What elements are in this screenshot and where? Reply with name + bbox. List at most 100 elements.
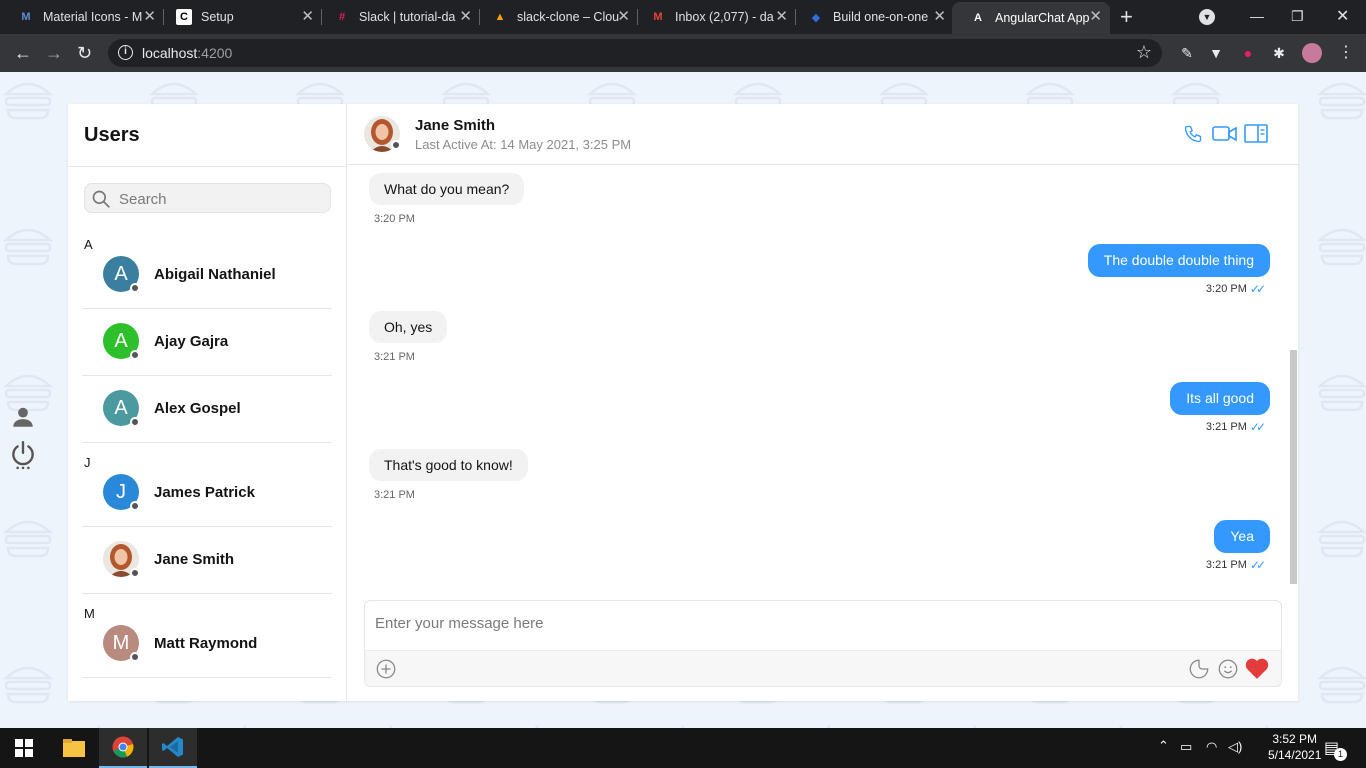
close-tab-icon[interactable]: ✕: [775, 9, 788, 25]
tab-angularchat[interactable]: A AngularChat App ✕: [952, 2, 1110, 34]
close-tab-icon[interactable]: ✕: [301, 9, 314, 25]
last-active-status: Last Active At: 14 May 2021, 3:25 PM: [415, 137, 632, 152]
taskbar-chrome[interactable]: [99, 728, 147, 768]
notification-count-badge: 1: [1334, 748, 1347, 761]
close-tab-icon[interactable]: ✕: [1089, 9, 1102, 25]
close-tab-icon[interactable]: ✕: [143, 9, 156, 25]
profile-avatar-icon[interactable]: [1302, 43, 1322, 63]
clock-date: 5/14/2021: [1268, 748, 1322, 762]
user-name: James Patrick: [154, 484, 255, 501]
status-dot: [130, 417, 140, 427]
firebase-favicon-icon: ▲: [494, 11, 506, 23]
show-hidden-icons-icon[interactable]: ⌃: [1158, 738, 1169, 754]
user-item-alex-gospel[interactable]: A Alex Gospel: [82, 376, 332, 443]
message-bubble-incoming[interactable]: That's good to know!: [369, 449, 528, 481]
tab-build[interactable]: ◆ Build one-on-one ✕: [790, 0, 954, 34]
url-field[interactable]: i localhost:4200 ☆: [108, 39, 1162, 67]
search-box[interactable]: [84, 183, 331, 213]
sidebar-title: Users: [84, 124, 140, 146]
logout-power-icon[interactable]: [10, 440, 36, 470]
cometchat-favicon-icon: C: [176, 9, 192, 25]
system-clock[interactable]: 3:52 PM 5/14/2021: [1268, 731, 1321, 763]
extension-vue-icon[interactable]: ▼: [1207, 44, 1225, 62]
chat-panel: Users A A Abigail Nathaniel A Ajay Gajra: [68, 104, 1298, 701]
tab-material-icons[interactable]: M Material Icons - M ✕: [0, 0, 164, 34]
attach-plus-icon[interactable]: [375, 658, 397, 680]
app-area: Users A A Abigail Nathaniel A Ajay Gajra: [0, 72, 1366, 728]
status-dot: [130, 652, 140, 662]
tab-gmail[interactable]: M Inbox (2,077) - da ✕: [632, 0, 796, 34]
back-icon[interactable]: ←: [14, 43, 32, 63]
message-bubble-outgoing[interactable]: Its all good: [1170, 382, 1270, 415]
read-receipt-icon: ✓✓: [1249, 420, 1266, 434]
read-receipt-icon: ✓✓: [1249, 282, 1266, 296]
taskbar-file-explorer[interactable]: [50, 728, 98, 768]
restore-icon[interactable]: ❐: [1291, 8, 1304, 25]
message-input[interactable]: [375, 615, 1255, 639]
extensions-puzzle-icon[interactable]: ✱: [1270, 44, 1288, 62]
start-button[interactable]: [0, 728, 48, 768]
user-item-jane-smith[interactable]: Jane Smith: [82, 527, 332, 594]
close-window-icon[interactable]: ✕: [1336, 6, 1349, 26]
browser-menu-icon[interactable]: ⋮: [1337, 44, 1355, 62]
message-time: 3:21 PM: [1205, 421, 1247, 433]
contact-name: Jane Smith: [415, 117, 496, 134]
status-dot: [130, 501, 140, 511]
search-input[interactable]: [119, 188, 319, 210]
new-tab-icon[interactable]: +: [1120, 6, 1133, 28]
action-center-icon[interactable]: ▤ 1: [1324, 738, 1347, 761]
user-item-abigail-nathaniel[interactable]: A Abigail Nathaniel: [82, 242, 332, 309]
message-bubble-outgoing[interactable]: Yea: [1214, 520, 1270, 553]
user-name: Alex Gospel: [154, 400, 241, 417]
tab-setup[interactable]: C Setup ✕: [158, 0, 322, 34]
close-tab-icon[interactable]: ✕: [933, 9, 946, 25]
reload-icon[interactable]: ↻: [77, 43, 92, 63]
user-profile-icon[interactable]: [10, 404, 36, 430]
tab-search-icon[interactable]: ▼: [1199, 9, 1215, 25]
minimize-icon[interactable]: —: [1250, 8, 1264, 24]
volume-icon[interactable]: ◁): [1228, 739, 1242, 755]
message-bubble-incoming[interactable]: What do you mean?: [369, 173, 525, 205]
slack-favicon-icon: #: [338, 11, 346, 23]
user-item-ajay-gajra[interactable]: A Ajay Gajra: [82, 309, 332, 376]
status-dot: [130, 350, 140, 360]
clock-time: 3:52 PM: [1272, 732, 1318, 746]
user-name: Jane Smith: [154, 551, 235, 568]
phone-call-icon[interactable]: [1183, 124, 1203, 144]
close-tab-icon[interactable]: ✕: [459, 9, 472, 25]
forward-icon[interactable]: →: [45, 43, 63, 63]
site-info-icon[interactable]: i: [118, 45, 133, 60]
emoji-icon[interactable]: [1217, 658, 1239, 680]
close-tab-icon[interactable]: ✕: [617, 9, 630, 25]
user-item-james-patrick[interactable]: J James Patrick: [82, 460, 332, 527]
address-bar: ← → ↻ i localhost:4200 ☆ ✎ ▼ ● ✱ ⋮: [0, 34, 1366, 72]
bookmark-star-icon[interactable]: ☆: [1136, 42, 1152, 63]
sticker-icon[interactable]: [1188, 658, 1210, 680]
details-panel-icon[interactable]: [1244, 124, 1268, 144]
read-receipt-icon: ✓✓: [1249, 558, 1266, 572]
build-favicon-icon: ◆: [811, 11, 821, 24]
taskbar-vscode[interactable]: [149, 728, 197, 768]
user-name: Abigail Nathaniel: [154, 266, 276, 283]
video-call-icon[interactable]: [1212, 125, 1238, 143]
message-time: 3:21 PM: [1205, 559, 1247, 571]
vscode-icon: [162, 737, 183, 757]
messages-scrollbar[interactable]: [1290, 350, 1297, 584]
heart-reaction-icon[interactable]: [1244, 656, 1270, 680]
message-composer: [364, 600, 1282, 687]
search-icon: [92, 190, 110, 208]
wifi-icon[interactable]: ◠: [1206, 739, 1217, 755]
user-item-matt-raymond[interactable]: M Matt Raymond: [82, 611, 332, 678]
extension-pen-icon[interactable]: ✎: [1178, 44, 1196, 62]
windows-logo-icon: [15, 739, 33, 757]
extension-pink-icon[interactable]: ●: [1239, 44, 1257, 62]
message-receipt: 3:21 PM ✓✓: [1205, 420, 1266, 434]
angular-favicon-icon: A: [974, 12, 982, 24]
battery-icon[interactable]: ▭: [1180, 739, 1192, 755]
tab-firebase[interactable]: ▲ slack-clone – Clou ✕: [474, 0, 638, 34]
folder-icon: [63, 739, 85, 757]
message-bubble-incoming[interactable]: Oh, yes: [369, 311, 448, 343]
tab-slack[interactable]: # Slack | tutorial-da ✕: [316, 0, 480, 34]
message-bubble-outgoing[interactable]: The double double thing: [1087, 244, 1270, 277]
message-list: What do you mean? 3:20 PM The double dou…: [348, 166, 1298, 590]
